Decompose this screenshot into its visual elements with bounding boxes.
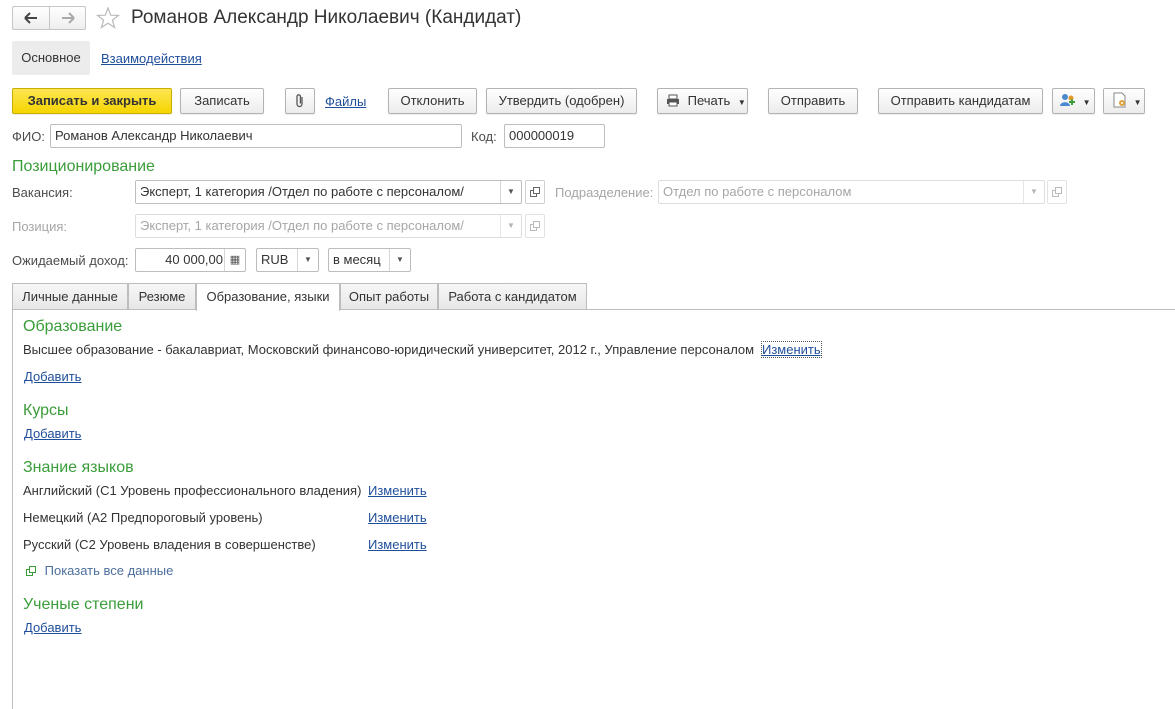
education-add-link[interactable]: Добавить xyxy=(24,369,81,384)
tab-personal-data[interactable]: Личные данные xyxy=(12,283,128,310)
chevron-down-icon: ▼ xyxy=(1082,98,1091,107)
back-button[interactable] xyxy=(13,7,50,29)
language-change-link[interactable]: Изменить xyxy=(368,483,427,498)
approve-button[interactable]: Утвердить (одобрен) xyxy=(486,88,637,114)
page-title: Романов Александр Николаевич (Кандидат) xyxy=(131,7,522,28)
period-dropdown-icon[interactable]: ▼ xyxy=(389,249,410,271)
department-field[interactable]: Отдел по работе с персоналом ▼ xyxy=(658,180,1045,204)
send-button[interactable]: Отправить xyxy=(768,88,858,114)
tab-interactions[interactable]: Взаимодействия xyxy=(101,51,202,66)
position-label: Позиция: xyxy=(12,219,68,234)
arrow-right-icon xyxy=(62,12,75,24)
tab-education-languages[interactable]: Образование, языки xyxy=(196,283,340,311)
expand-icon xyxy=(26,566,36,576)
fio-field[interactable]: Романов Александр Николаевич xyxy=(50,124,462,148)
print-button[interactable]: Печать ▼ xyxy=(657,88,748,114)
show-all-label: Показать все данные xyxy=(44,563,174,578)
tab-candidate-work[interactable]: Работа с кандидатом xyxy=(438,283,587,310)
period-field[interactable]: в месяц ▼ xyxy=(328,248,411,272)
period-value: в месяц xyxy=(333,252,381,267)
open-window-icon xyxy=(1052,187,1062,197)
education-change-link[interactable]: Изменить xyxy=(761,341,822,358)
favorite-star-icon[interactable] xyxy=(95,6,121,32)
nav-buttons xyxy=(12,6,86,30)
document-menu-button[interactable]: ▼ xyxy=(1103,88,1145,114)
printer-icon xyxy=(667,94,679,107)
courses-add-link[interactable]: Добавить xyxy=(24,426,81,441)
position-value: Эксперт, 1 категория /Отдел по работе с … xyxy=(140,218,464,233)
income-label: Ожидаемый доход: xyxy=(12,253,129,268)
users-icon xyxy=(1060,94,1075,106)
language-item: Немецкий (А2 Предпороговый уровень) xyxy=(23,510,263,525)
tab-content-panel xyxy=(12,309,1175,709)
education-entry: Высшее образование - бакалавриат, Москов… xyxy=(23,342,755,357)
save-close-button[interactable]: Записать и закрыть xyxy=(12,88,172,114)
show-all-data-button[interactable]: Показать все данные xyxy=(26,563,173,578)
department-value: Отдел по работе с персоналом xyxy=(663,184,852,199)
position-dropdown-icon[interactable]: ▼ xyxy=(500,215,521,237)
open-window-icon xyxy=(530,187,540,197)
language-change-link[interactable]: Изменить xyxy=(368,537,427,552)
income-value: 40 000,00 xyxy=(165,252,223,267)
position-open-button[interactable] xyxy=(525,214,545,238)
education-title: Образование xyxy=(23,318,123,335)
paperclip-icon xyxy=(296,94,303,108)
degrees-title: Ученые степени xyxy=(23,596,144,613)
files-link[interactable]: Файлы xyxy=(325,94,366,109)
language-change-link[interactable]: Изменить xyxy=(368,510,427,525)
degrees-add-link[interactable]: Добавить xyxy=(24,620,81,635)
currency-dropdown-icon[interactable]: ▼ xyxy=(297,249,318,271)
positioning-title: Позиционирование xyxy=(12,158,155,175)
currency-value: RUB xyxy=(261,252,289,267)
tab-main[interactable]: Основное xyxy=(12,41,90,75)
calculator-icon[interactable]: ▦ xyxy=(224,249,245,271)
open-window-icon xyxy=(530,221,540,231)
save-button[interactable]: Записать xyxy=(180,88,264,114)
currency-field[interactable]: RUB ▼ xyxy=(256,248,319,272)
department-label: Подразделение: xyxy=(555,185,654,200)
department-open-button[interactable] xyxy=(1047,180,1067,204)
forward-button[interactable] xyxy=(50,7,86,29)
chevron-down-icon: ▼ xyxy=(737,98,746,107)
tab-work-experience[interactable]: Опыт работы xyxy=(340,283,438,310)
language-item: Английский (С1 Уровень профессионального… xyxy=(23,483,362,498)
fio-label: ФИО: xyxy=(12,129,45,144)
vacancy-open-button[interactable] xyxy=(525,180,545,204)
vacancy-value: Эксперт, 1 категория /Отдел по работе с … xyxy=(140,184,464,199)
users-menu-button[interactable]: ▼ xyxy=(1052,88,1095,114)
arrow-left-icon xyxy=(24,12,37,24)
languages-title: Знание языков xyxy=(23,459,134,476)
vacancy-dropdown-icon[interactable]: ▼ xyxy=(500,181,521,203)
reject-button[interactable]: Отклонить xyxy=(388,88,477,114)
send-candidates-button[interactable]: Отправить кандидатам xyxy=(878,88,1043,114)
code-field[interactable]: 000000019 xyxy=(504,124,605,148)
document-settings-icon xyxy=(1113,92,1126,108)
vacancy-field[interactable]: Эксперт, 1 категория /Отдел по работе с … xyxy=(135,180,522,204)
position-field[interactable]: Эксперт, 1 категория /Отдел по работе с … xyxy=(135,214,522,238)
attach-button[interactable] xyxy=(285,88,315,114)
code-label: Код: xyxy=(471,129,497,144)
courses-title: Курсы xyxy=(23,402,69,419)
print-label: Печать xyxy=(687,93,731,108)
chevron-down-icon: ▼ xyxy=(1133,98,1142,107)
income-field[interactable]: 40 000,00 ▦ xyxy=(135,248,246,272)
language-item: Русский (С2 Уровень владения в совершенс… xyxy=(23,537,316,552)
department-dropdown-icon[interactable]: ▼ xyxy=(1023,181,1044,203)
vacancy-label: Вакансия: xyxy=(12,185,73,200)
tab-resume[interactable]: Резюме xyxy=(128,283,196,310)
